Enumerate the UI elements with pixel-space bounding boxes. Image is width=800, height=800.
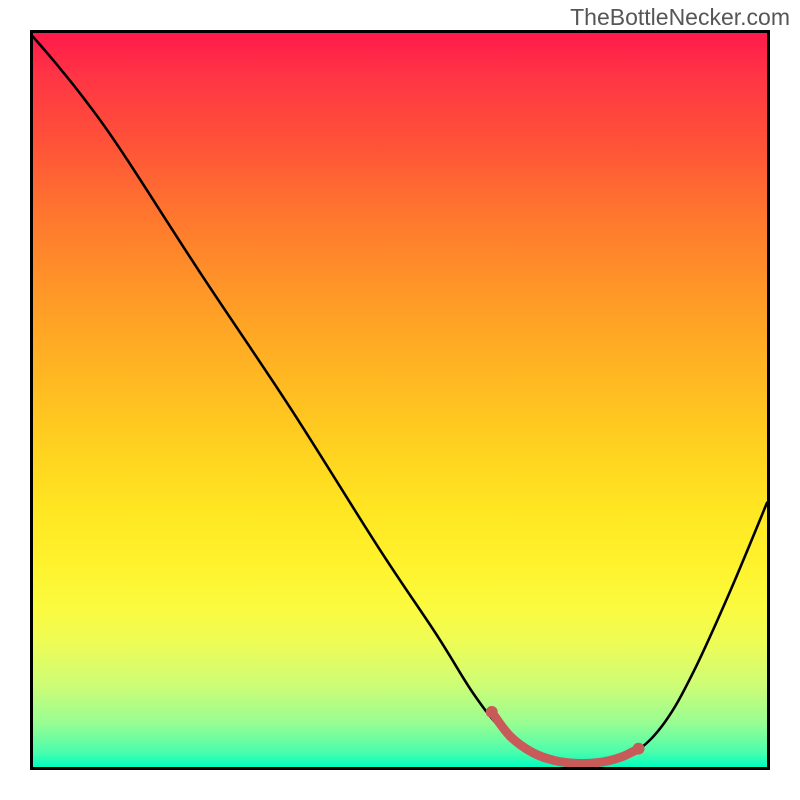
curve-svg — [33, 33, 767, 767]
watermark-text: TheBottleNecker.com — [570, 4, 790, 31]
chart-container: TheBottleNecker.com — [0, 0, 800, 800]
plot-area — [30, 30, 770, 770]
bottleneck-curve-path — [33, 37, 767, 765]
valley-dot-left — [486, 706, 498, 718]
valley-highlight-path — [492, 712, 639, 764]
valley-dot-right — [633, 743, 645, 755]
